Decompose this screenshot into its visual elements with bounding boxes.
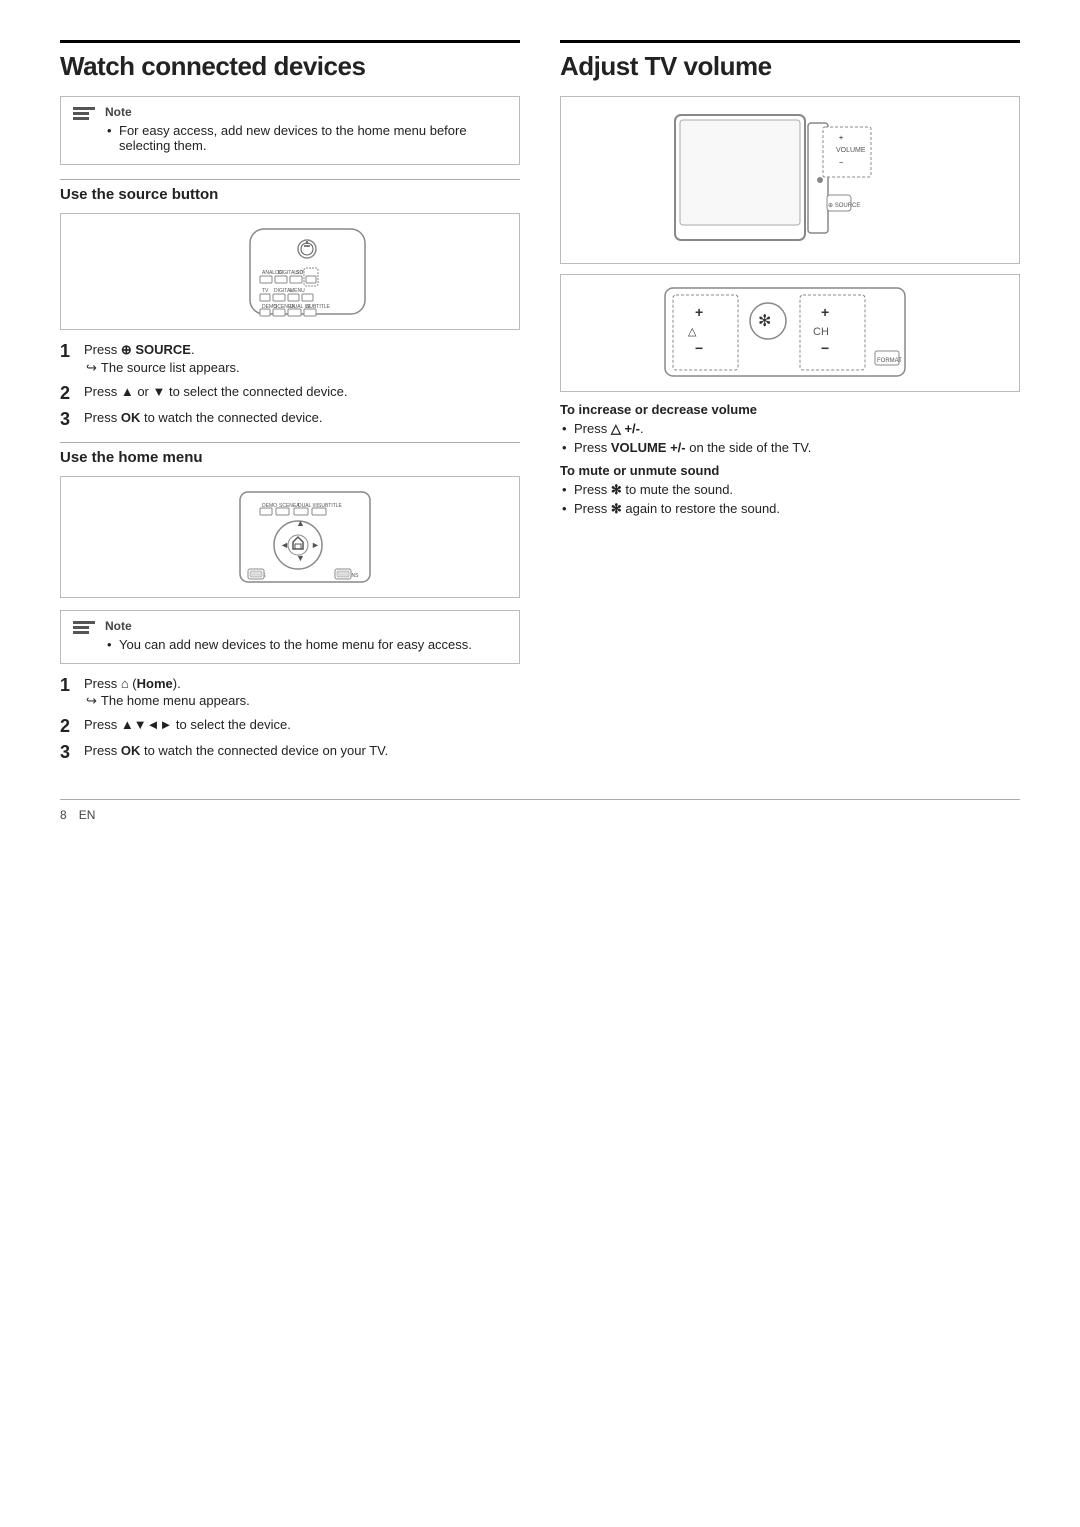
svg-text:▼: ▼ [296, 553, 305, 563]
home-step-3-content: Press OK to watch the connected device o… [84, 743, 520, 761]
home-step-2: 2 Press ▲▼◄► to select the device. [60, 717, 520, 735]
note-icon2-line1 [73, 621, 95, 624]
vol-key-2: VOLUME +/- [611, 440, 686, 455]
home-step-2-num: 2 [60, 717, 76, 735]
home-key: Home [137, 676, 173, 691]
source-remote-image: ANALOG DIGITAL SOURCE TV DIGITAL MENU [60, 213, 520, 330]
tv-volume-diagram: + VOLUME − ⊕ SOURCE [560, 96, 1020, 264]
source-step-2: 2 Press ▲ or ▼ to select the connected d… [60, 384, 520, 402]
left-column: Watch connected devices Note For easy ac… [60, 40, 520, 769]
svg-text:◄: ◄ [280, 540, 289, 550]
increase-heading: To increase or decrease volume [560, 402, 1020, 417]
page-footer: 8 EN [60, 799, 1020, 822]
note-box-2: Note You can add new devices to the home… [60, 610, 520, 664]
home-step-2-content: Press ▲▼◄► to select the device. [84, 717, 520, 735]
volume-instructions: To increase or decrease volume Press △ +… [560, 402, 1020, 517]
right-section-title: Adjust TV volume [560, 40, 1020, 82]
note-bullet-item-2: You can add new devices to the home menu… [105, 637, 507, 652]
home-step-1-content: Press ⌂ (Home). ↪ The home menu appears. [84, 676, 520, 709]
note-content-2: Note You can add new devices to the home… [105, 619, 507, 655]
source-step-3-content: Press OK to watch the connected device. [84, 410, 520, 428]
mute-bullet-1: Press ✻ to mute the sound. [560, 482, 1020, 498]
svg-text:−: − [839, 160, 843, 167]
svg-text:►: ► [311, 540, 320, 550]
source-step-1-content: Press ⊕ SOURCE. ↪ The source list appear… [84, 342, 520, 376]
source-step-3-ok: OK [121, 410, 141, 425]
source-step-1-result: The source list appears. [101, 360, 240, 375]
source-step-1-arrow: ↪ The source list appears. [84, 360, 520, 376]
source-step-1: 1 Press ⊕ SOURCE. ↪ The source list appe… [60, 342, 520, 376]
note-bullet-item-1: For easy access, add new devices to the … [105, 123, 507, 153]
home-step-3-num: 3 [60, 743, 76, 761]
source-step-2-num: 2 [60, 384, 76, 402]
mute-heading: To mute or unmute sound [560, 463, 1020, 478]
home-remote-image: DEMO SCENEA DUAL I/II SUBTITLE ▲ ▼ ◄ ► [60, 476, 520, 598]
home-step-3: 3 Press OK to watch the connected device… [60, 743, 520, 761]
note-label-1: Note [105, 105, 507, 119]
home-step-3-ok: OK [121, 743, 141, 758]
svg-text:CH: CH [813, 326, 829, 338]
svg-text:+: + [695, 304, 703, 320]
note-content-1: Note For easy access, add new devices to… [105, 105, 507, 156]
source-remote-svg: ANALOG DIGITAL SOURCE TV DIGITAL MENU [190, 224, 390, 319]
note-icon2-line3 [73, 631, 89, 634]
note-label-2: Note [105, 619, 507, 633]
note-box-1: Note For easy access, add new devices to… [60, 96, 520, 165]
svg-text:FORMAT: FORMAT [877, 358, 902, 364]
note-icon-line3 [73, 117, 89, 120]
svg-text:+: + [839, 135, 843, 142]
svg-text:✻: ✻ [758, 313, 771, 330]
svg-text:MENU: MENU [290, 288, 305, 294]
svg-text:−: − [821, 340, 829, 356]
home-step-1-arrow: ↪ The home menu appears. [84, 693, 520, 709]
note-icon2-line2 [73, 626, 89, 629]
footer-lang: EN [79, 808, 96, 822]
tv-side-svg: + VOLUME − ⊕ SOURCE [645, 105, 935, 255]
svg-text:−: − [695, 340, 703, 356]
vol-key-1: △ +/- [611, 421, 640, 436]
remote-volume-svg: + △ − ✻ + CH − FORMAT [645, 283, 935, 383]
home-step-1: 1 Press ⌂ (Home). ↪ The home menu appear… [60, 676, 520, 709]
increase-bullet-1: Press △ +/-. [560, 421, 1020, 437]
source-step-2-content: Press ▲ or ▼ to select the connected dev… [84, 384, 520, 402]
mute-bullets: Press ✻ to mute the sound. Press ✻ again… [560, 482, 1020, 517]
page-layout: Watch connected devices Note For easy ac… [60, 40, 1020, 769]
home-step-1-result: The home menu appears. [101, 693, 250, 708]
mute-key-2: ✻ [611, 501, 622, 516]
svg-text:+: + [821, 304, 829, 320]
svg-text:VOLUME: VOLUME [836, 147, 866, 154]
subsection-source-title: Use the source button [60, 179, 520, 203]
note-icon-line1 [73, 107, 95, 110]
home-step-1-num: 1 [60, 676, 76, 709]
note-bullets-1: For easy access, add new devices to the … [105, 123, 507, 153]
svg-text:⊕ SOURCE: ⊕ SOURCE [828, 203, 860, 209]
increase-bullets: Press △ +/-. Press VOLUME +/- on the sid… [560, 421, 1020, 455]
footer-page-num: 8 [60, 808, 67, 822]
source-step-3-num: 3 [60, 410, 76, 428]
source-key: ⊕ SOURCE [121, 342, 191, 357]
home-steps: 1 Press ⌂ (Home). ↪ The home menu appear… [60, 676, 520, 761]
note-icon-2 [73, 621, 95, 634]
left-section-title: Watch connected devices [60, 40, 520, 82]
source-step-1-num: 1 [60, 342, 76, 376]
note-icon-1 [73, 107, 95, 120]
note-icon-line2 [73, 112, 89, 115]
source-step-3: 3 Press OK to watch the connected device… [60, 410, 520, 428]
svg-text:▲: ▲ [296, 518, 305, 528]
remote-volume-diagram: + △ − ✻ + CH − FORMAT [560, 274, 1020, 392]
home-remote-svg: DEMO SCENEA DUAL I/II SUBTITLE ▲ ▼ ◄ ► [190, 487, 390, 587]
svg-text:DIGITAL: DIGITAL [278, 270, 297, 276]
right-column: Adjust TV volume + VOLUME − ⊕ SOURCE [560, 40, 1020, 769]
source-steps: 1 Press ⊕ SOURCE. ↪ The source list appe… [60, 342, 520, 428]
mute-key-1: ✻ [611, 482, 622, 497]
svg-text:△: △ [688, 326, 697, 338]
svg-text:TV: TV [262, 288, 269, 294]
increase-bullet-2: Press VOLUME +/- on the side of the TV. [560, 440, 1020, 455]
mute-bullet-2: Press ✻ again to restore the sound. [560, 501, 1020, 517]
subsection-home-title: Use the home menu [60, 442, 520, 466]
note-bullets-2: You can add new devices to the home menu… [105, 637, 507, 652]
